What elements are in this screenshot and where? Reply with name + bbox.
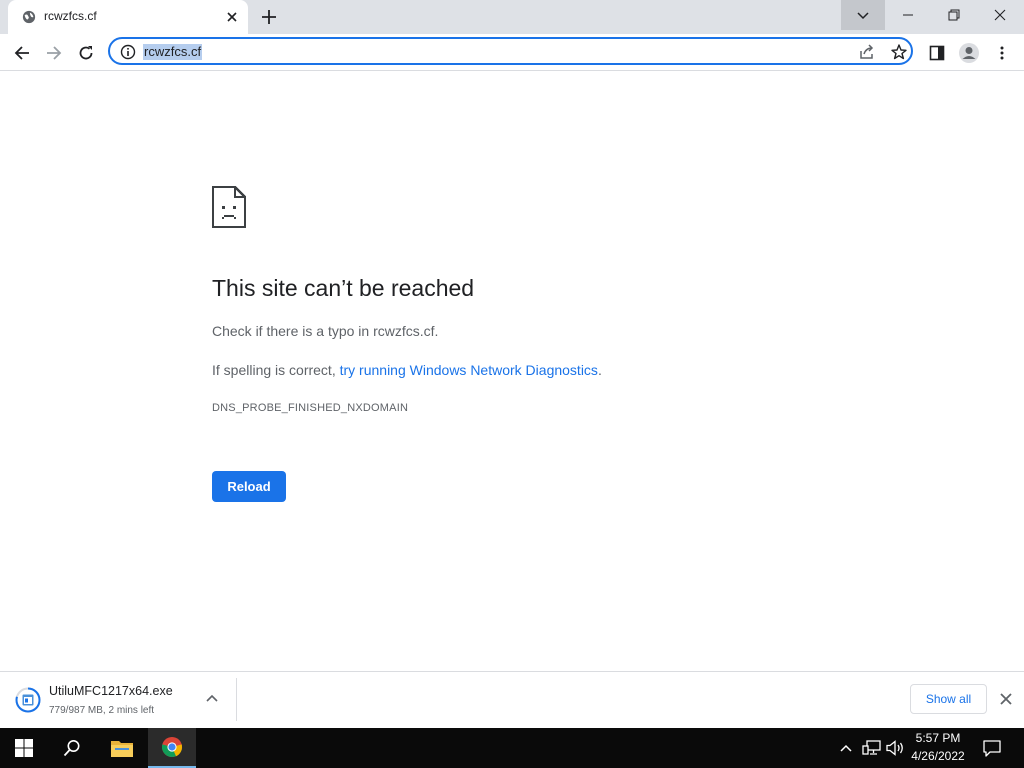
arrow-left-icon xyxy=(14,46,29,60)
error-code: DNS_PROBE_FINISHED_NXDOMAIN xyxy=(212,402,409,414)
start-button[interactable] xyxy=(0,728,48,768)
tab-active[interactable]: rcwzfcs.cf xyxy=(8,0,248,34)
chrome-icon xyxy=(161,737,183,758)
tab-close-icon[interactable] xyxy=(224,9,240,25)
windows-logo-icon xyxy=(15,739,33,757)
reload-toolbar-button[interactable] xyxy=(74,41,98,65)
chevron-up-icon xyxy=(840,744,852,752)
download-shelf xyxy=(0,671,1024,729)
reload-button[interactable]: Reload xyxy=(212,471,286,502)
side-panel-button[interactable] xyxy=(925,41,949,65)
chevron-up-icon[interactable] xyxy=(204,691,220,707)
notifications-button[interactable] xyxy=(982,738,1002,758)
chevron-down-icon xyxy=(857,12,869,20)
address-bar[interactable]: rcwzfcs.cf xyxy=(108,37,913,65)
star-icon[interactable] xyxy=(890,43,908,61)
show-all-button[interactable]: Show all xyxy=(910,684,987,714)
folder-icon xyxy=(111,741,133,757)
share-icon[interactable] xyxy=(858,43,876,61)
profile-button[interactable] xyxy=(957,41,981,65)
download-file-name[interactable]: UtiluMFC1217x64.exe xyxy=(49,684,173,698)
spelling-hint-suffix: . xyxy=(597,362,602,378)
search-icon xyxy=(63,740,80,757)
network-diagnostics-link[interactable]: try running Windows Network Diagnostics xyxy=(340,362,598,378)
chrome-taskbar-button[interactable] xyxy=(148,728,196,768)
network-icon xyxy=(862,740,881,755)
clock-date[interactable]: 4/26/2022 xyxy=(900,749,976,763)
close-shelf-icon[interactable] xyxy=(998,691,1014,707)
minimize-button[interactable] xyxy=(885,0,931,30)
download-progress-icon[interactable] xyxy=(15,687,41,713)
tab-title: rcwzfcs.cf xyxy=(44,9,97,23)
file-explorer-button[interactable] xyxy=(98,728,146,768)
show-hidden-icons-button[interactable] xyxy=(838,740,854,756)
forward-button[interactable] xyxy=(42,41,66,65)
tab-search-button[interactable] xyxy=(841,0,885,30)
menu-button[interactable] xyxy=(990,41,1014,65)
shelf-divider xyxy=(236,678,237,721)
spelling-hint: If spelling is correct, try running Wind… xyxy=(212,362,602,378)
notification-icon xyxy=(983,740,1001,757)
minimize-icon xyxy=(903,14,913,16)
error-title: This site can’t be reached xyxy=(212,275,475,301)
side-panel-icon xyxy=(929,45,945,61)
avatar-icon xyxy=(959,43,979,63)
arrow-right-icon xyxy=(47,46,62,60)
typo-hint: Check if there is a typo in rcwzfcs.cf. xyxy=(212,323,439,339)
restore-icon xyxy=(948,9,960,21)
back-button[interactable] xyxy=(10,41,34,65)
spelling-hint-prefix: If spelling is correct, xyxy=(212,362,340,378)
url-text[interactable]: rcwzfcs.cf xyxy=(143,44,203,60)
restore-button[interactable] xyxy=(931,0,977,30)
download-status: 779/987 MB, 2 mins left xyxy=(49,705,155,716)
close-icon xyxy=(994,9,1006,21)
sad-page-icon xyxy=(212,186,246,228)
more-vert-icon xyxy=(1000,46,1004,60)
reload-icon xyxy=(79,46,93,60)
info-icon[interactable] xyxy=(120,44,136,60)
globe-icon xyxy=(22,10,36,24)
clock-time[interactable]: 5:57 PM xyxy=(900,731,976,745)
new-tab-icon[interactable] xyxy=(260,8,278,26)
close-window-button[interactable] xyxy=(977,0,1023,30)
network-button[interactable] xyxy=(862,739,882,757)
search-button[interactable] xyxy=(48,728,96,768)
